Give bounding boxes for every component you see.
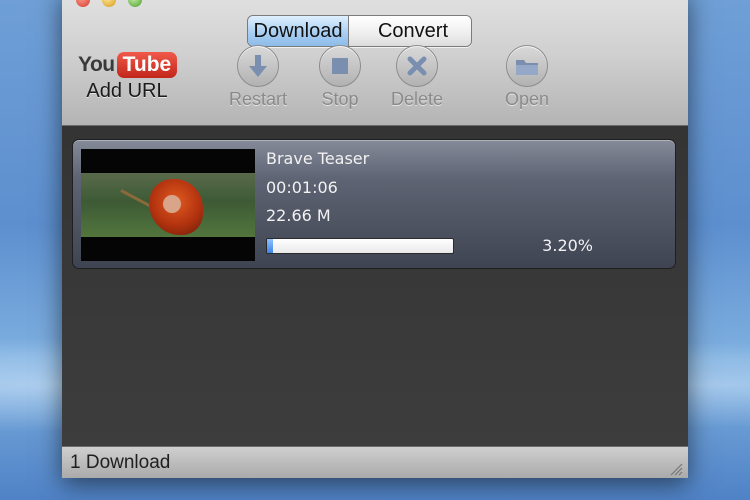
close-window-button[interactable]	[76, 0, 90, 7]
restart-button[interactable]: Restart	[210, 45, 306, 110]
stop-label: Stop	[321, 89, 359, 109]
open-button[interactable]: Open	[492, 45, 562, 110]
progress-fill	[267, 239, 273, 253]
status-bar: 1 Download	[62, 446, 688, 478]
delete-label: Delete	[390, 89, 444, 109]
delete-button[interactable]: Delete	[382, 45, 452, 110]
folder-icon	[506, 45, 548, 87]
video-thumbnail	[81, 149, 255, 261]
resize-grip-icon[interactable]	[667, 460, 683, 476]
stop-button[interactable]: Stop	[310, 45, 370, 110]
video-duration: 00:01:06	[266, 178, 338, 197]
titlebar-toolbar: Download Convert You Tube Add URL Restart	[62, 0, 688, 126]
stop-square-icon	[319, 45, 361, 87]
download-item[interactable]: Brave Teaser 00:01:06 22.66 M 3.20%	[72, 139, 676, 269]
open-label: Open	[504, 89, 550, 109]
restart-label: Restart	[228, 89, 288, 109]
youtube-logo: You Tube	[78, 50, 178, 80]
tab-convert[interactable]: Convert	[349, 16, 471, 46]
restart-arrow-icon	[237, 45, 279, 87]
zoom-window-button[interactable]	[128, 0, 142, 7]
download-list: Brave Teaser 00:01:06 22.66 M 3.20%	[62, 126, 688, 446]
tab-download[interactable]: Download	[248, 16, 349, 46]
download-count: 1 Download	[70, 452, 171, 473]
delete-x-icon	[396, 45, 438, 87]
minimize-window-button[interactable]	[102, 0, 116, 7]
progress-percent: 3.20%	[542, 236, 593, 255]
app-window: Download Convert You Tube Add URL Restart	[62, 0, 688, 478]
video-title: Brave Teaser	[266, 149, 370, 168]
download-progress-bar	[266, 238, 454, 254]
add-url-label: Add URL	[86, 80, 168, 102]
mode-segmented-control: Download Convert	[247, 15, 472, 47]
add-url-button[interactable]: You Tube Add URL	[78, 50, 178, 103]
video-size: 22.66 M	[266, 206, 331, 225]
